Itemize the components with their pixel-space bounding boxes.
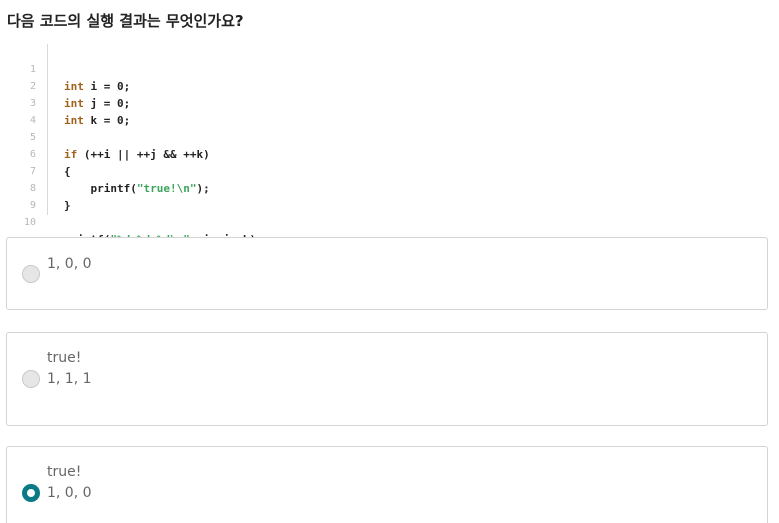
line-number: 10 bbox=[24, 217, 37, 228]
code-block: 1 int i = 0; 2 int j = 0; 3 int k = 0; 4… bbox=[24, 44, 764, 246]
answer-option-line: true! bbox=[47, 350, 82, 366]
quiz-page: 다음 코드의 실행 결과는 무엇인가요? 1 int i = 0; 2 int … bbox=[0, 0, 779, 523]
answer-option-line: true! bbox=[47, 464, 82, 480]
code-line: 7 printf("true!\n"); bbox=[24, 146, 764, 195]
code-line: 9 bbox=[24, 180, 764, 211]
answer-option-line: 1, 1, 1 bbox=[47, 371, 92, 387]
question-title: 다음 코드의 실행 결과는 무엇인가요? bbox=[7, 12, 244, 30]
answer-option-2[interactable]: true! 1, 1, 1 bbox=[6, 332, 768, 426]
radio-button[interactable] bbox=[22, 370, 40, 388]
answer-option-line: 1, 0, 0 bbox=[47, 256, 92, 272]
code-line: 3 int k = 0; bbox=[24, 78, 764, 127]
code-line: 6 { bbox=[24, 129, 764, 178]
code-line: 8 } bbox=[24, 163, 764, 212]
code-line: 2 int j = 0; bbox=[24, 61, 764, 110]
code-line: 5 if (++i || ++j && ++k) bbox=[24, 112, 764, 161]
radio-button[interactable] bbox=[22, 265, 40, 283]
code-line: 1 int i = 0; bbox=[24, 44, 764, 93]
answer-option-text: 1, 0, 0 bbox=[47, 254, 92, 275]
answer-option-1[interactable]: 1, 0, 0 bbox=[6, 237, 768, 310]
answer-option-3[interactable]: true! 1, 0, 0 bbox=[6, 446, 768, 523]
answer-option-text: true! 1, 0, 0 bbox=[47, 462, 92, 504]
answer-option-text: true! 1, 1, 1 bbox=[47, 348, 92, 390]
code-line: 10 printf("%d %d %d\n", i, j, k); bbox=[24, 197, 764, 246]
answer-option-line: 1, 0, 0 bbox=[47, 485, 92, 501]
code-line: 4 bbox=[24, 95, 764, 126]
radio-button-selected[interactable] bbox=[22, 484, 40, 502]
